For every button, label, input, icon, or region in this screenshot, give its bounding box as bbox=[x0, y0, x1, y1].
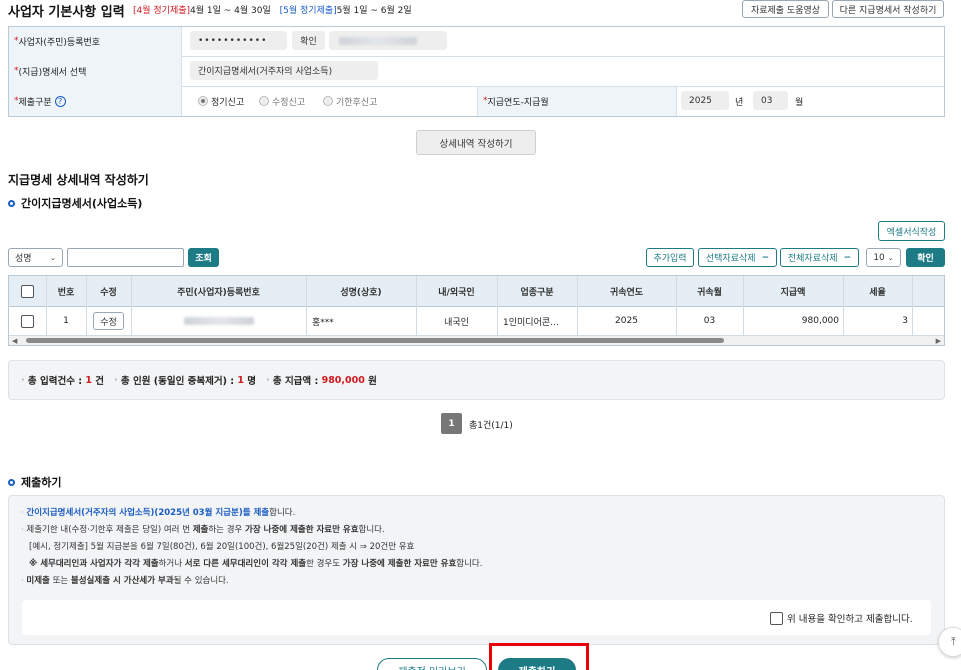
reg-no-confirm-button[interactable]: 확인 bbox=[292, 31, 325, 50]
help-icon[interactable]: ? bbox=[54, 95, 66, 107]
bullet-icon bbox=[8, 199, 15, 207]
row-edit-button[interactable]: 수정 bbox=[93, 312, 124, 330]
search-button[interactable]: 조회 bbox=[188, 248, 219, 267]
page-number-current[interactable]: 1 bbox=[441, 413, 462, 434]
summary-amount: 980,000 bbox=[321, 374, 365, 386]
detail-write-button[interactable]: 상세내역 작성하기 bbox=[416, 130, 536, 155]
cell-rate: 3 bbox=[902, 316, 908, 326]
scrollbar-thumb[interactable] bbox=[26, 338, 724, 343]
help-video-button[interactable]: 자료제출 도움영상 bbox=[742, 0, 829, 18]
scroll-left-icon[interactable]: ◀ bbox=[12, 337, 17, 345]
reg-no-input[interactable]: ••••••••••• bbox=[190, 31, 287, 50]
period1-range: 4월 1일 ~ 4월 30일 bbox=[190, 6, 271, 16]
excel-form-button[interactable]: 엑셀서식작성 bbox=[878, 221, 945, 241]
detail-heading: 지급명세 상세내역 작성하기 bbox=[8, 173, 149, 187]
cell-name: 홍*** bbox=[312, 317, 334, 328]
page-size-confirm-button[interactable]: 확인 bbox=[906, 248, 945, 267]
arrow-up-icon: ⤒ bbox=[951, 635, 956, 648]
search-input[interactable] bbox=[67, 248, 184, 267]
minus-icon: − bbox=[761, 252, 770, 263]
chevron-down-icon: ⌄ bbox=[887, 253, 894, 262]
pay-year-label: * 지급연도-지급월 bbox=[483, 96, 549, 108]
cell-reg-no bbox=[131, 307, 306, 335]
business-name-field bbox=[329, 31, 447, 50]
page-info: 총1건(1/1) bbox=[469, 421, 513, 431]
statement-select[interactable]: 간이지급명세서(거주자의 사업소득) bbox=[190, 61, 378, 80]
submit-type-label: * 제출구분 ? bbox=[14, 93, 66, 109]
col-header: 수정 bbox=[100, 287, 117, 298]
cell-industry: 1인미디어콘… bbox=[503, 317, 560, 328]
col-header: 세율 bbox=[869, 287, 886, 298]
preview-button[interactable]: 제출전 미리보기 bbox=[377, 658, 487, 670]
table-scrollbar[interactable]: ◀ ▶ bbox=[9, 335, 944, 345]
col-header: 귀속연도 bbox=[609, 287, 644, 298]
col-header: 지급액 bbox=[780, 287, 806, 298]
cell-no: 1 bbox=[63, 316, 69, 326]
add-input-button[interactable]: 추가입력 bbox=[646, 248, 694, 267]
summary-count: 1 bbox=[85, 374, 92, 386]
col-header: 주민(사업자)등록번호 bbox=[177, 287, 260, 298]
month-input[interactable]: 03 bbox=[753, 91, 788, 110]
reg-no-label: * 사업자(주민)등록번호 bbox=[14, 36, 101, 48]
year-input[interactable]: 2025 bbox=[681, 91, 729, 110]
agree-checkbox[interactable] bbox=[770, 611, 783, 625]
radio-regular[interactable]: 정기신고 bbox=[198, 93, 244, 109]
chevron-down-icon: ⌄ bbox=[50, 253, 56, 262]
year-unit: 년 bbox=[735, 97, 744, 108]
row-checkbox-cell[interactable] bbox=[9, 307, 46, 335]
blurred-business-name bbox=[339, 36, 417, 45]
period-info: [4월 정기제출]4월 1일 ~ 4월 30일 [5월 정기제출]5월 1일 ~… bbox=[133, 3, 412, 16]
cell-amount: 980,000 bbox=[801, 316, 839, 326]
select-all-checkbox[interactable] bbox=[21, 284, 34, 298]
minus-icon: − bbox=[843, 252, 852, 263]
radio-amend-dot[interactable] bbox=[259, 96, 269, 106]
period2-tag: [5월 정기제출] bbox=[279, 6, 337, 16]
cell-month: 03 bbox=[703, 316, 716, 326]
cell-year: 2025 bbox=[615, 316, 638, 326]
row-checkbox[interactable] bbox=[21, 314, 34, 328]
summary-box: · 총 입력건수 : 1 건 · 총 인원 (동일인 중복제거) : 1 명 ·… bbox=[8, 360, 945, 400]
other-statement-button[interactable]: 다른 지급명세서 작성하기 bbox=[832, 0, 944, 18]
scroll-top-button[interactable]: ⤒ bbox=[938, 627, 961, 657]
summary-people: 1 bbox=[237, 374, 244, 386]
statement-label: * (지급)명세서 선택 bbox=[14, 66, 87, 78]
cell-edit: 수정 bbox=[86, 307, 131, 335]
agree-checkbox-label[interactable]: 위 내용을 확인하고 제출합니다. bbox=[770, 611, 913, 625]
cell-nationality: 내국인 bbox=[444, 317, 469, 328]
radio-late-dot[interactable] bbox=[323, 96, 333, 106]
col-header: 귀속월 bbox=[697, 287, 722, 298]
col-header: 내/외국인 bbox=[438, 287, 475, 298]
radio-amend[interactable]: 수정신고 bbox=[259, 93, 305, 109]
delete-selected-button[interactable]: 선택자료삭제 − bbox=[698, 248, 777, 267]
submit-button[interactable]: 제출하기 bbox=[498, 658, 576, 670]
delete-all-button[interactable]: 전체자료삭제 − bbox=[780, 248, 859, 267]
submit-heading: 제출하기 bbox=[8, 474, 61, 490]
scroll-right-icon[interactable]: ▶ bbox=[936, 337, 941, 345]
search-type-select[interactable]: 성명 ⌄ bbox=[8, 248, 63, 267]
page-size-select[interactable]: 10 ⌄ bbox=[866, 248, 901, 267]
radio-regular-dot[interactable] bbox=[198, 96, 208, 106]
bullet-icon bbox=[8, 478, 15, 486]
header-checkbox[interactable] bbox=[9, 276, 46, 306]
blurred-reg-no bbox=[183, 317, 254, 325]
page-title: 사업자 기본사항 입력 bbox=[8, 5, 125, 20]
period1-tag: [4월 정기제출] bbox=[133, 6, 191, 16]
month-unit: 월 bbox=[795, 97, 804, 108]
col-header: 업종구분 bbox=[520, 287, 554, 298]
period2-range: 5월 1일 ~ 6월 2일 bbox=[336, 6, 412, 16]
col-header: 번호 bbox=[57, 287, 75, 298]
col-header: 성명(상호) bbox=[340, 287, 382, 298]
detail-subheading: 간이지급명세서(사업소득) bbox=[8, 195, 142, 211]
radio-late[interactable]: 기한후신고 bbox=[323, 93, 377, 109]
basic-info-form bbox=[8, 26, 945, 117]
